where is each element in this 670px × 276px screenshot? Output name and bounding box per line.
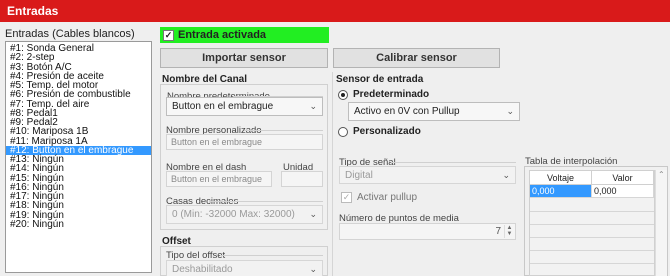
panel-divider bbox=[332, 72, 333, 276]
radio-unselected-icon[interactable] bbox=[338, 126, 348, 137]
table-header-cell[interactable]: Voltaje bbox=[530, 171, 592, 185]
checkbox-checked-icon[interactable]: ✓ bbox=[341, 192, 352, 203]
interpolation-scrollbar[interactable]: ⌃ bbox=[655, 170, 667, 276]
table-grid-line bbox=[530, 263, 654, 264]
predefined-radio[interactable]: Predeterminado bbox=[338, 89, 429, 100]
custom-radio[interactable]: Personalizado bbox=[338, 126, 421, 137]
default-name-value: Button en el embrague bbox=[172, 101, 274, 112]
chevron-down-icon: ⌄ bbox=[309, 209, 317, 219]
inputs-list-header: Entradas (Cables blancos) bbox=[5, 28, 135, 40]
scroll-up-icon[interactable]: ⌃ bbox=[658, 170, 665, 179]
checkbox-checked-icon[interactable]: ✓ bbox=[163, 29, 174, 41]
table-cell[interactable]: 0,000 bbox=[530, 185, 592, 198]
offset-type-dropdown[interactable]: Deshabilitado ⌄ bbox=[166, 260, 323, 276]
predefined-input-value: Activo en 0V con Pullup bbox=[354, 106, 460, 117]
table-header-cell[interactable]: Valor bbox=[592, 171, 654, 185]
divider bbox=[209, 201, 323, 202]
window-title-bar: Entradas bbox=[0, 0, 670, 22]
table-grid-line bbox=[530, 211, 654, 212]
predefined-radio-label: Predeterminado bbox=[353, 89, 430, 100]
calibrate-sensor-button[interactable]: Calibrar sensor bbox=[333, 48, 500, 68]
dash-name-field[interactable]: Button en el embrague bbox=[166, 171, 272, 187]
inputs-list[interactable]: #1: Sonda General #2: 2-step #3: Botón A/C… bbox=[5, 41, 152, 273]
spin-arrows-icon[interactable]: ▲ ▼ bbox=[504, 225, 514, 238]
table-grid-line bbox=[530, 224, 654, 225]
table-grid-line bbox=[530, 250, 654, 251]
chevron-down-icon: ⌄ bbox=[502, 170, 510, 180]
offset-type-value: Deshabilitado bbox=[172, 264, 233, 275]
average-points-value: 7 bbox=[495, 226, 501, 237]
average-points-spinbox[interactable]: 7 ▲ ▼ bbox=[339, 223, 516, 240]
divider bbox=[220, 255, 323, 256]
import-sensor-button[interactable]: Importar sensor bbox=[160, 48, 328, 68]
interpolation-table[interactable]: Voltaje Valor 0,000 0,000 bbox=[529, 170, 655, 276]
decimals-value: 0 (Min: -32000 Max: 32000) bbox=[172, 209, 295, 220]
divider bbox=[391, 162, 516, 163]
custom-radio-label: Personalizado bbox=[353, 126, 421, 137]
divider bbox=[244, 130, 323, 131]
channel-name-title: Nombre del Canal bbox=[162, 74, 248, 85]
signal-type-value: Digital bbox=[345, 170, 373, 181]
enable-pullup-label: Activar pullup bbox=[357, 192, 418, 203]
sensor-input-title: Sensor de entrada bbox=[336, 74, 424, 85]
enable-pullup-checkbox[interactable]: ✓ Activar pullup bbox=[341, 192, 417, 203]
chevron-down-icon: ⌄ bbox=[309, 101, 317, 111]
signal-type-dropdown[interactable]: Digital ⌄ bbox=[339, 166, 516, 184]
custom-name-field[interactable]: Button en el embrague bbox=[166, 134, 323, 150]
input-enabled-label: Entrada activada bbox=[178, 29, 267, 41]
chevron-down-icon: ⌄ bbox=[506, 106, 514, 116]
chevron-down-icon: ⌄ bbox=[309, 264, 317, 274]
table-cell[interactable]: 0,000 bbox=[592, 185, 654, 198]
window-title: Entradas bbox=[7, 4, 59, 18]
unit-field[interactable] bbox=[281, 171, 323, 187]
decimals-dropdown[interactable]: 0 (Min: -32000 Max: 32000) ⌄ bbox=[166, 205, 323, 224]
radio-selected-icon[interactable] bbox=[338, 89, 348, 100]
default-name-dropdown[interactable]: Button en el embrague ⌄ bbox=[166, 97, 323, 116]
offset-title: Offset bbox=[162, 236, 191, 247]
table-grid-line bbox=[530, 237, 654, 238]
input-enabled-toggle[interactable]: ✓ Entrada activada bbox=[160, 27, 329, 43]
predefined-input-dropdown[interactable]: Activo en 0V con Pullup ⌄ bbox=[348, 102, 520, 121]
input-list-item[interactable]: #20: Ningún bbox=[6, 219, 151, 229]
